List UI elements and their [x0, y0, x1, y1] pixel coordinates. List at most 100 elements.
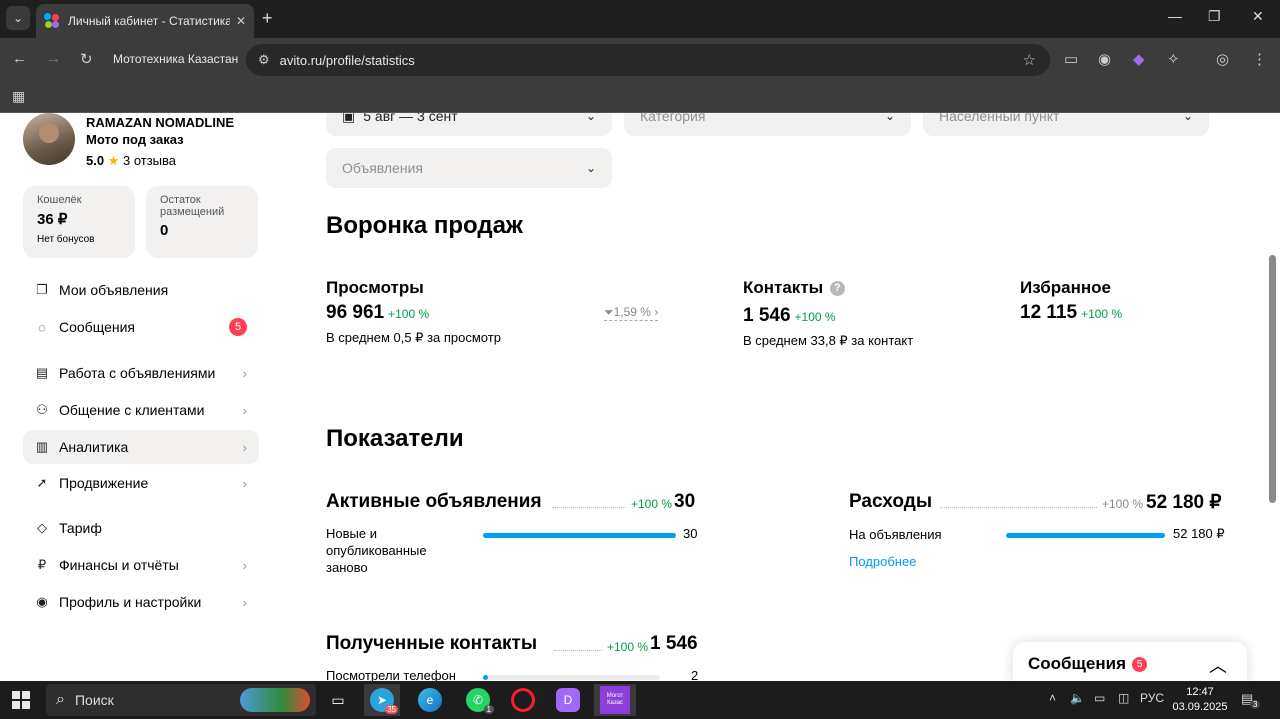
- page-scrollbar[interactable]: [1269, 117, 1276, 677]
- volume-icon[interactable]: 🔈: [1070, 691, 1085, 705]
- received-contacts-bar-fill: [483, 675, 488, 680]
- bookmark-star-icon[interactable]: ☆: [1023, 51, 1036, 69]
- bookmarks-bar: ▦: [0, 82, 1280, 113]
- pinned-app-label: Могот Казас: [600, 686, 630, 714]
- date-filter-value: 5 авг — 3 сент: [363, 113, 458, 124]
- windows-taskbar: ⌕ Поиск ▭ ➤ 35 e ✆ 1 D Могот Казас ˄ 🔈 ▭…: [0, 681, 1280, 719]
- contacts-value: 1 546: [743, 305, 791, 326]
- pinned-app[interactable]: Могот Казас: [594, 684, 636, 716]
- apps-grid-icon[interactable]: ▦: [12, 88, 25, 105]
- favorites-title: Избранное: [1020, 278, 1111, 297]
- placements-card[interactable]: Остаток размещений 0: [146, 186, 258, 258]
- d-app-icon: D: [556, 688, 580, 712]
- new-tab-button[interactable]: +: [262, 8, 273, 29]
- edge-app[interactable]: e: [412, 684, 448, 716]
- close-window-icon[interactable]: ✕: [1252, 8, 1264, 25]
- sidebar-item-ads-work[interactable]: ▤ Работа с объявлениями ›: [23, 356, 259, 390]
- messages-badge: 5: [229, 318, 247, 336]
- contacts-title: Контакты: [743, 278, 824, 297]
- network-icon[interactable]: ◫: [1118, 691, 1129, 705]
- expenses-title: Расходы: [849, 491, 933, 512]
- notifications-badge: 3: [1250, 700, 1261, 709]
- maximize-icon[interactable]: ❐: [1208, 8, 1221, 25]
- ads-filter[interactable]: Объявления ⌄: [326, 148, 612, 188]
- sidebar-item-promotion[interactable]: ➚ Продвижение ›: [23, 466, 259, 500]
- address-bar[interactable]: ⚙ avito.ru/profile/statistics ☆: [246, 44, 1050, 76]
- contacts-value-block: 1 546 +100 %: [743, 305, 836, 327]
- category-filter[interactable]: Категория ⌄: [624, 113, 911, 136]
- reviews-count: 3 отзыва: [122, 153, 177, 168]
- sidebar-item-analytics[interactable]: ▥ Аналитика ›: [23, 430, 259, 464]
- forward-icon[interactable]: →: [46, 50, 61, 67]
- placements-value: 0: [160, 222, 169, 239]
- system-clock[interactable]: 12:47 03.09.2025: [1172, 685, 1228, 715]
- extensions-icon[interactable]: ✧: [1167, 50, 1180, 68]
- palette-icon[interactable]: ◉: [1098, 50, 1111, 68]
- site-settings-icon[interactable]: ⚙: [258, 52, 270, 68]
- user-rating[interactable]: 5.0 ★ 3 отзыва: [86, 153, 176, 169]
- conversion-link[interactable]: ⏷1,59 % ›: [604, 305, 659, 321]
- task-view-icon[interactable]: ▭: [320, 684, 356, 716]
- expenses-row-label: На объявления: [849, 527, 942, 542]
- details-link[interactable]: Подробнее: [849, 554, 916, 569]
- sidebar-item-my-ads[interactable]: ❐ Мои объявления: [23, 273, 259, 307]
- ruble-icon: ₽: [37, 557, 47, 572]
- chevron-right-icon: ›: [242, 365, 247, 381]
- tray-chevron-up-icon[interactable]: ˄: [1049, 691, 1056, 705]
- active-ads-row-value: 30: [683, 526, 698, 541]
- ads-filter-placeholder: Объявления: [342, 160, 423, 176]
- active-ads-row-label: Новые и опубликованные заново: [326, 526, 427, 575]
- browser-menu-icon[interactable]: ⋮: [1252, 50, 1267, 68]
- bookmark-item[interactable]: Мототехника Казастан: [113, 52, 238, 66]
- sidebar-item-messages[interactable]: ◌ Сообщения 5: [23, 310, 259, 344]
- browser-toolbar: ← → ↻ Мототехника Казастан ⚙ avito.ru/pr…: [0, 38, 1280, 82]
- expenses-bar-fill: [1006, 533, 1165, 538]
- tab-close-icon[interactable]: ✕: [236, 14, 246, 28]
- wallet-value: 36 ₽: [37, 211, 68, 228]
- date-filter[interactable]: ▣ 5 авг — 3 сент ⌄: [326, 113, 612, 136]
- tab-search-button[interactable]: ⌄: [6, 6, 30, 30]
- battery-icon[interactable]: ▭: [1094, 691, 1105, 705]
- sidebar-item-profile[interactable]: ◉ Профиль и настройки ›: [23, 585, 259, 619]
- telegram-app[interactable]: ➤ 35: [364, 684, 400, 716]
- sidebar-item-label: Общение с клиентами: [59, 402, 205, 418]
- sidebar-item-label: Тариф: [59, 520, 102, 536]
- messages-panel[interactable]: Сообщения 5 ︿: [1013, 642, 1247, 681]
- help-icon[interactable]: ?: [829, 281, 845, 297]
- search-icon: ⌕: [56, 691, 65, 708]
- sidebar-item-finance[interactable]: ₽ Финансы и отчёты ›: [23, 548, 259, 582]
- sidebar-item-tariff[interactable]: ◇ Тариф: [23, 511, 259, 545]
- wallet-card[interactable]: Кошелёк 36 ₽ Нет бонусов: [23, 186, 135, 258]
- whatsapp-app[interactable]: ✆ 1: [460, 684, 496, 716]
- opera-app[interactable]: [505, 684, 541, 716]
- views-value-block: 96 961 +100 %: [326, 302, 429, 324]
- opera-icon: [511, 688, 535, 712]
- reload-icon[interactable]: ↻: [80, 50, 93, 68]
- page-content: RAMAZAN NOMADLINE Мото под заказ 5.0 ★ 3…: [0, 113, 1280, 681]
- taskbar-search[interactable]: ⌕ Поиск: [46, 684, 316, 716]
- d-app[interactable]: D: [550, 684, 586, 716]
- rating-value: 5.0: [86, 153, 105, 168]
- chevron-right-icon: ›: [242, 439, 247, 455]
- sidebar-item-clients[interactable]: ⚇ Общение с клиентами ›: [23, 393, 259, 427]
- scrollbar-thumb[interactable]: [1269, 255, 1276, 503]
- profile-icon[interactable]: ◎: [1216, 50, 1229, 68]
- expenses-bar: [1006, 533, 1165, 538]
- minimize-icon[interactable]: —: [1168, 8, 1182, 24]
- sidebar-item-label: Финансы и отчёты: [59, 557, 179, 573]
- sidebar-item-label: Работа с объявлениями: [59, 365, 216, 381]
- contacts-title-block: Контакты ?: [743, 278, 845, 298]
- whatsapp-badge: 1: [483, 705, 494, 714]
- location-filter[interactable]: Населенный пункт ⌄: [923, 113, 1209, 136]
- back-icon[interactable]: ←: [12, 50, 27, 67]
- input-language[interactable]: РУС: [1140, 691, 1164, 705]
- extension-d-icon[interactable]: ◆: [1133, 50, 1145, 68]
- browser-tab[interactable]: Личный кабинет - Статистика - Ав ✕: [36, 4, 254, 38]
- avatar[interactable]: [23, 113, 75, 165]
- chevron-up-icon[interactable]: ︿: [1209, 652, 1227, 678]
- windows-start-icon[interactable]: [12, 691, 30, 709]
- camera-icon[interactable]: ▭: [1064, 50, 1078, 68]
- user-name[interactable]: RAMAZAN NOMADLINE: [86, 115, 234, 130]
- indicators-title: Показатели: [326, 425, 464, 452]
- views-delta: +100 %: [388, 307, 430, 321]
